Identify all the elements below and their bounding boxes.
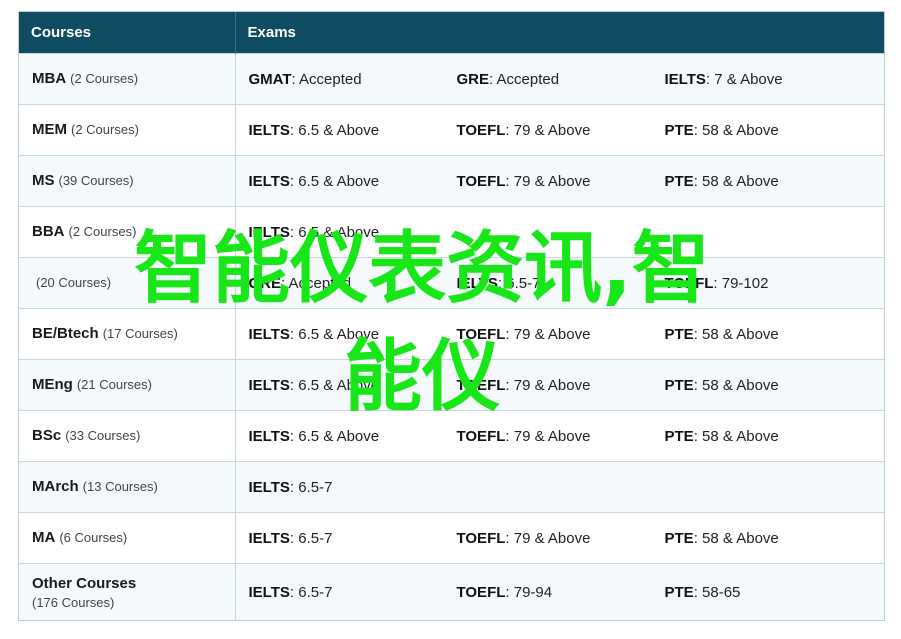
- exam-requirement: [457, 479, 665, 496]
- course-cell: MEM (2 Courses): [19, 104, 236, 156]
- course-link[interactable]: BE/Btech: [32, 325, 99, 342]
- exam-requirement: TOEFL: 79-102: [664, 274, 769, 292]
- exam-requirement: [665, 479, 873, 496]
- table-row: MArch (13 Courses) IELTS: 6.5-7: [19, 461, 884, 513]
- course-link[interactable]: MS: [32, 172, 55, 189]
- table-row: MBA (2 Courses) GMAT: Accepted GRE: Accep…: [19, 53, 884, 105]
- course-count: (2 Courses): [68, 224, 137, 239]
- course-count: (33 Courses): [65, 428, 141, 443]
- course-cell: MA (6 Courses): [19, 512, 236, 564]
- course-cell: MS (39 Courses): [19, 155, 236, 207]
- exam-requirement: IELTS: 6.5-7: [248, 478, 333, 496]
- exams-cell: IELTS: 6.5 & Above TOEFL: 79 & Above PTE…: [235, 359, 884, 411]
- exam-requirement: IELTS: 6.5 & Above: [248, 121, 380, 139]
- exam-requirement: IELTS: 6.5 & Above: [248, 172, 380, 190]
- course-cell: MArch (13 Courses): [19, 461, 236, 513]
- exams-cell: GMAT: Accepted GRE: Accepted IELTS: 7 & …: [235, 53, 884, 105]
- exam-requirement: PTE: 58-65: [664, 583, 741, 601]
- exams-cell: IELTS: 6.5 & Above TOEFL: 79 & Above PTE…: [235, 410, 884, 462]
- exams-cell: IELTS: 6.5-7 TOEFL: 79-94 PTE: 58-65: [235, 563, 884, 620]
- exam-requirement: TOEFL: 79 & Above: [456, 325, 591, 343]
- exam-requirement: PTE: 58 & Above: [664, 172, 779, 190]
- courses-column-header: Courses: [19, 12, 236, 54]
- course-count: (17 Courses): [102, 326, 178, 341]
- course-count: (2 Courses): [71, 122, 139, 137]
- course-link[interactable]: Other Courses: [32, 575, 136, 592]
- table-row: MEng (21 Courses) IELTS: 6.5 & Above TOEF…: [19, 359, 884, 411]
- course-link[interactable]: MBA: [32, 70, 66, 87]
- course-cell: MEng (21 Courses): [19, 359, 236, 411]
- exam-requirement: TOEFL: 79 & Above: [456, 529, 591, 547]
- course-link[interactable]: BSc: [32, 427, 61, 444]
- table-row: MA (6 Courses) IELTS: 6.5-7 TOEFL: 79 & A…: [19, 512, 884, 564]
- table-row: BSc (33 Courses) IELTS: 6.5 & Above TOEFL…: [19, 410, 884, 462]
- course-cell: BBA (2 Courses): [19, 206, 236, 258]
- course-cell: Other Courses (176 Courses): [19, 563, 236, 620]
- exams-cell: IELTS: 6.5 & Above TOEFL: 79 & Above PTE…: [235, 104, 884, 156]
- exam-requirement: TOEFL: 79-94: [456, 583, 553, 601]
- table-header-row: Courses Exams: [19, 12, 884, 54]
- exam-requirement: GMAT: Accepted: [248, 70, 362, 88]
- exam-requirement: GRE: Accepted: [456, 70, 560, 88]
- exam-requirement: IELTS: 7 & Above: [664, 70, 783, 88]
- exam-requirement: IELTS: 6.5-7: [456, 274, 541, 292]
- exams-cell: IELTS: 6.5-7: [235, 461, 884, 513]
- course-link[interactable]: MEM: [32, 121, 67, 138]
- exam-requirement: GRE: Accepted: [248, 274, 352, 292]
- exam-requirement: PTE: 58 & Above: [664, 376, 779, 394]
- exam-requirement: IELTS: 6.5-7: [248, 529, 333, 547]
- course-link[interactable]: BBA: [32, 223, 65, 240]
- course-count: (6 Courses): [59, 530, 128, 545]
- exams-cell: GRE: Accepted IELTS: 6.5-7 TOEFL: 79-102: [235, 257, 884, 309]
- exams-cell: IELTS: 6.5 & Above TOEFL: 79 & Above PTE…: [235, 155, 884, 207]
- exam-requirement: PTE: 58 & Above: [664, 529, 779, 547]
- course-cell: BE/Btech (17 Courses): [19, 308, 236, 360]
- exam-requirement: IELTS: 6.5-7: [248, 583, 333, 601]
- course-link[interactable]: MA: [32, 529, 55, 546]
- exam-requirement: [457, 224, 665, 241]
- course-count: (2 Courses): [70, 71, 139, 86]
- exam-requirement: IELTS: 6.5 & Above: [248, 427, 380, 445]
- table-row: (20 Courses) GRE: Accepted IELTS: 6.5-7 …: [19, 257, 884, 309]
- exam-requirement: IELTS: 6.5 & Above: [248, 223, 380, 241]
- course-cell: MBA (2 Courses): [19, 53, 236, 105]
- exams-cell: IELTS: 6.5 & Above: [235, 206, 884, 258]
- course-link[interactable]: MEng: [32, 376, 73, 393]
- exam-requirement: PTE: 58 & Above: [664, 325, 779, 343]
- course-link[interactable]: MArch: [32, 478, 79, 495]
- course-cell: BSc (33 Courses): [19, 410, 236, 462]
- exam-requirement: IELTS: 6.5 & Above: [248, 376, 380, 394]
- exam-requirement: TOEFL: 79 & Above: [456, 376, 591, 394]
- exam-requirement: TOEFL: 79 & Above: [456, 121, 591, 139]
- exam-requirement: PTE: 58 & Above: [664, 121, 779, 139]
- exam-requirement: [665, 224, 873, 241]
- course-cell: (20 Courses): [19, 257, 236, 309]
- exam-requirement: PTE: 58 & Above: [664, 427, 779, 445]
- exam-requirement: TOEFL: 79 & Above: [456, 427, 591, 445]
- course-count: (13 Courses): [82, 479, 158, 494]
- course-count: (176 Courses): [32, 594, 115, 610]
- exams-cell: IELTS: 6.5-7 TOEFL: 79 & Above PTE: 58 &…: [235, 512, 884, 564]
- exams-column-header: Exams: [235, 12, 884, 54]
- courses-exams-table: Courses Exams MBA (2 Courses) GMAT: Accep…: [18, 11, 885, 621]
- table-row: MS (39 Courses) IELTS: 6.5 & Above TOEFL:…: [19, 155, 884, 207]
- exams-cell: IELTS: 6.5 & Above TOEFL: 79 & Above PTE…: [235, 308, 884, 360]
- course-count: (21 Courses): [76, 377, 152, 392]
- table-row: BBA (2 Courses) IELTS: 6.5 & Above: [19, 206, 884, 258]
- course-count: (20 Courses): [36, 275, 112, 290]
- table-row: BE/Btech (17 Courses) IELTS: 6.5 & Above …: [19, 308, 884, 360]
- exam-requirement: IELTS: 6.5 & Above: [248, 325, 380, 343]
- exam-requirement: TOEFL: 79 & Above: [456, 172, 591, 190]
- course-count: (39 Courses): [58, 173, 134, 188]
- table-row: Other Courses (176 Courses) IELTS: 6.5-7 …: [19, 563, 884, 620]
- table-row: MEM (2 Courses) IELTS: 6.5 & Above TOEFL:…: [19, 104, 884, 156]
